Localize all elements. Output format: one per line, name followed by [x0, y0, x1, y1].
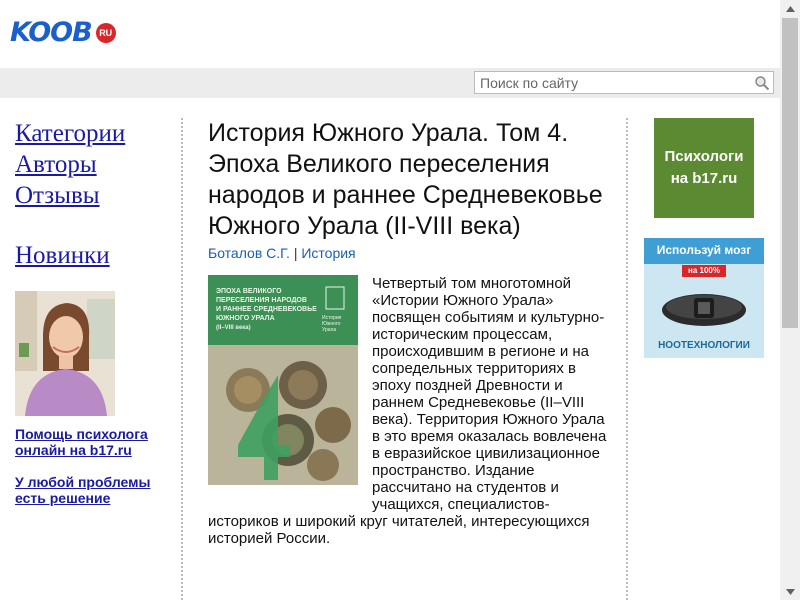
nav-new-books[interactable]: Новинки	[15, 240, 175, 271]
search-bar	[0, 68, 780, 98]
column-divider-left	[181, 118, 183, 600]
author-link[interactable]: Боталов С.Г.	[208, 245, 290, 261]
book-cover[interactable]: ЭПОХА ВЕЛИКОГО ПЕРЕСЕЛЕНИЯ НАРОДОВ И РАН…	[208, 275, 358, 485]
logo-badge: RU	[95, 22, 116, 43]
book-description-block: ЭПОХА ВЕЛИКОГО ПЕРЕСЕЛЕНИЯ НАРОДОВ И РАН…	[208, 275, 608, 547]
svg-text:Урала: Урала	[322, 327, 336, 333]
column-divider-right	[626, 118, 628, 600]
logo-text: KOOB	[10, 17, 93, 48]
promo-link-solution[interactable]: У любой проблемы есть решение	[15, 474, 175, 506]
search-icon[interactable]	[751, 73, 773, 93]
nav-categories[interactable]: Категории	[15, 118, 175, 149]
ad-line-2: на b17.ru	[670, 170, 738, 187]
ad-brand: НООТЕХНОЛОГИИ	[658, 340, 750, 351]
ad-psychologists-banner[interactable]: Психологи на b17.ru	[654, 118, 754, 218]
promo-link-psychologist[interactable]: Помощь психолога онлайн на b17.ru	[15, 426, 175, 458]
scroll-up-icon[interactable]	[780, 0, 800, 17]
svg-text:ЭПОХА ВЕЛИКОГО: ЭПОХА ВЕЛИКОГО	[216, 288, 282, 295]
site-header: KOOB RU	[0, 0, 780, 68]
svg-text:ЮЖНОГО УРАЛА: ЮЖНОГО УРАЛА	[216, 315, 275, 322]
svg-text:ПЕРЕСЕЛЕНИЯ НАРОДОВ: ПЕРЕСЕЛЕНИЯ НАРОДОВ	[216, 297, 307, 304]
site-logo[interactable]: KOOB RU	[10, 17, 116, 48]
ad-nootech-banner[interactable]: Используй мозг на 100% НООТЕХНОЛОГИИ	[644, 238, 764, 358]
main-content: История Южного Урала. Том 4. Эпоха Велик…	[208, 118, 608, 547]
book-meta: Боталов С.Г. | История	[208, 245, 608, 261]
vertical-scrollbar[interactable]	[780, 0, 800, 600]
ad-line-1: Психологи	[664, 148, 744, 165]
search-box	[474, 71, 774, 94]
psychologist-photo[interactable]	[15, 291, 115, 416]
meta-separator: |	[293, 245, 298, 261]
category-link[interactable]: История	[301, 245, 355, 261]
left-sidebar: Категории Авторы Отзывы Новинки Помощь п…	[15, 118, 175, 506]
svg-text:(II–VIII века): (II–VIII века)	[216, 325, 251, 331]
nav-reviews[interactable]: Отзывы	[15, 180, 175, 211]
nav-authors[interactable]: Авторы	[15, 149, 175, 180]
search-input[interactable]	[475, 72, 751, 93]
svg-text:И РАННЕЕ СРЕДНЕВЕКОВЬЕ: И РАННЕЕ СРЕДНЕВЕКОВЬЕ	[216, 306, 317, 313]
scrollbar-thumb[interactable]	[782, 18, 798, 328]
book-title: История Южного Урала. Том 4. Эпоха Велик…	[208, 119, 603, 240]
scroll-down-icon[interactable]	[780, 583, 800, 600]
ad-badge: на 100%	[688, 266, 720, 275]
ad-headline: Используй мозг	[656, 243, 752, 257]
